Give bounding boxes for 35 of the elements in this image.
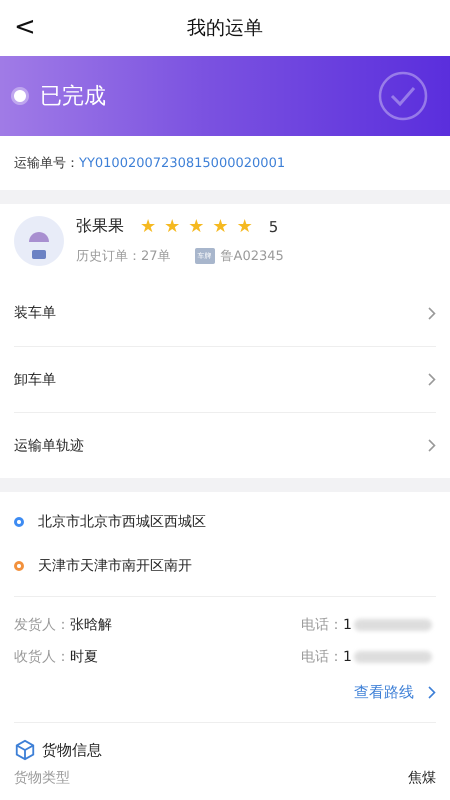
menu-item[interactable]: 卸车单 — [14, 346, 436, 412]
chevron-icon — [428, 686, 436, 699]
check-circle-icon — [378, 71, 428, 121]
menu-item[interactable]: 装车单 — [14, 280, 436, 346]
box-icon — [14, 739, 36, 761]
phone-number: 1 — [343, 617, 352, 633]
status-label: 已完成 — [40, 83, 106, 111]
address-text: 北京市北京市西城区西城区 — [38, 513, 206, 531]
avatar-icon — [14, 216, 64, 266]
menu-item[interactable]: 运输单轨迹 — [14, 412, 436, 478]
address-text: 天津市天津市南开区南开 — [38, 557, 192, 575]
rating-value: 5 — [268, 218, 278, 236]
field-value: 焦煤 — [408, 769, 436, 787]
section-title: 货物信息 — [42, 740, 102, 760]
party-role: 发货人： — [14, 616, 70, 634]
chevron-icon — [428, 373, 436, 386]
phone-number: 1 — [343, 649, 352, 665]
status-dot — [14, 90, 26, 102]
field-label: 货物类型 — [14, 769, 70, 787]
order-number: YY01002007230815000020001 — [79, 156, 286, 170]
party-name: 时夏 — [70, 648, 98, 666]
view-route-link[interactable]: 查看路线 — [14, 673, 436, 723]
plate-number: 鲁A02345 — [220, 248, 284, 265]
party-role: 收货人： — [14, 648, 70, 666]
order-label: 运输单号： — [14, 155, 79, 172]
phone-label: 电话： — [301, 616, 343, 634]
driver-name: 张果果 — [76, 216, 124, 237]
chevron-icon — [428, 306, 436, 320]
chevron-icon — [428, 439, 436, 452]
back-button[interactable]: < — [8, 12, 42, 42]
page-title: 我的运单 — [187, 16, 263, 41]
party-name: 张晗解 — [70, 616, 112, 634]
phone-label: 电话： — [301, 648, 343, 666]
order-history: 历史订单：27单 — [76, 248, 171, 265]
star-rating: ★ ★ ★ ★ ★ — [140, 216, 253, 237]
